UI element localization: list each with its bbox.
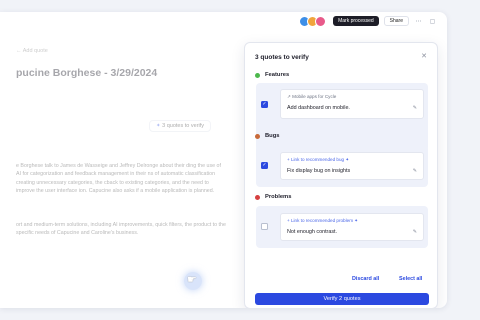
document-area: ← Add quote pucine Borghese - 3/29/2024 … bbox=[0, 12, 240, 308]
quote-group: ✓ ↗ Mobile apps for Cycle Add dashboard … bbox=[256, 83, 428, 151]
section-label: Features bbox=[265, 72, 290, 78]
avatar-group[interactable] bbox=[299, 15, 327, 27]
link-label: Mobile apps for Cycle bbox=[292, 94, 337, 99]
avatar[interactable] bbox=[315, 15, 327, 27]
app-window: Mark processed Share ⋯ ▢ ← Add quote puc… bbox=[0, 12, 447, 308]
page-title: pucine Borghese - 3/29/2024 bbox=[16, 67, 158, 79]
panel-title: 3 quotes to verify bbox=[255, 54, 309, 61]
quote-card[interactable]: ↗ Mobile apps for Cycle Add dashboard on… bbox=[280, 89, 424, 119]
more-icon[interactable]: ⋯ bbox=[414, 18, 423, 25]
quote-text: Add dashboard on mobile. bbox=[287, 105, 350, 111]
link-label: Link to recommended problem ✦ bbox=[290, 218, 359, 223]
edit-icon[interactable]: ✎ bbox=[413, 168, 417, 174]
breadcrumb[interactable]: ← Add quote bbox=[16, 48, 48, 54]
feature-icon: ↗ bbox=[287, 94, 291, 99]
quote-card[interactable]: + Link to recommended bug ✦ Fix display … bbox=[280, 152, 424, 180]
close-icon[interactable]: ✕ bbox=[421, 52, 427, 60]
verify-pill[interactable]: ✦ 3 quotes to verify bbox=[149, 120, 212, 132]
summary-paragraph: ort and medium-term solutions, including… bbox=[16, 222, 226, 237]
summary-paragraph: e Borghese talk to James de Wasseige and… bbox=[16, 163, 221, 195]
section-heading-problems: Problems bbox=[255, 194, 291, 200]
quote-checkbox[interactable]: ✓ bbox=[261, 162, 268, 169]
section-label: Problems bbox=[265, 194, 292, 200]
top-bar: Mark processed Share ⋯ ▢ bbox=[299, 15, 437, 27]
quote-group: + Link to recommended problem ✦ Not enou… bbox=[256, 206, 428, 248]
quote-text: Not enough contrast. bbox=[287, 229, 338, 235]
verify-pill-label: 3 quotes to verify bbox=[162, 123, 205, 129]
recommended-problem-link[interactable]: + Link to recommended problem ✦ bbox=[287, 218, 358, 224]
select-all-button[interactable]: Select all bbox=[399, 276, 422, 282]
flag-icon bbox=[255, 194, 260, 200]
features-dot-icon bbox=[255, 72, 260, 78]
quote-text: Fix display bug on insights bbox=[287, 168, 351, 174]
section-heading-bugs: Bugs bbox=[255, 133, 280, 139]
quote-card[interactable]: + Link to recommended problem ✦ Not enou… bbox=[280, 213, 424, 241]
quote-checkbox[interactable] bbox=[261, 223, 268, 230]
section-label: Bugs bbox=[265, 133, 280, 139]
recommended-bug-link[interactable]: + Link to recommended bug ✦ bbox=[287, 157, 349, 163]
linked-feature-link[interactable]: ↗ Mobile apps for Cycle bbox=[287, 94, 336, 100]
sparkle-icon: ✦ bbox=[156, 123, 161, 129]
edit-icon[interactable]: ✎ bbox=[413, 229, 417, 235]
mark-processed-button[interactable]: Mark processed bbox=[333, 16, 379, 26]
section-heading-features: Features bbox=[255, 72, 289, 78]
panel-toggle-icon[interactable]: ▢ bbox=[428, 18, 437, 25]
quote-group: ✓ + Link to recommended bug ✦ Fix displa… bbox=[256, 145, 428, 187]
link-label: Link to recommended bug ✦ bbox=[290, 157, 350, 162]
hand-cursor-icon: ☛ bbox=[184, 272, 202, 290]
verify-panel: 3 quotes to verify ✕ Features ✓ ↗ Mobile… bbox=[244, 42, 438, 308]
share-button[interactable]: Share bbox=[383, 16, 409, 26]
bug-icon bbox=[255, 133, 260, 139]
edit-icon[interactable]: ✎ bbox=[413, 105, 417, 111]
discard-all-button[interactable]: Discard all bbox=[352, 276, 379, 282]
quote-checkbox[interactable]: ✓ bbox=[261, 101, 268, 108]
plus-icon: + bbox=[287, 157, 290, 162]
verify-quotes-button[interactable]: Verify 2 quotes bbox=[255, 293, 429, 305]
plus-icon: + bbox=[287, 218, 290, 223]
